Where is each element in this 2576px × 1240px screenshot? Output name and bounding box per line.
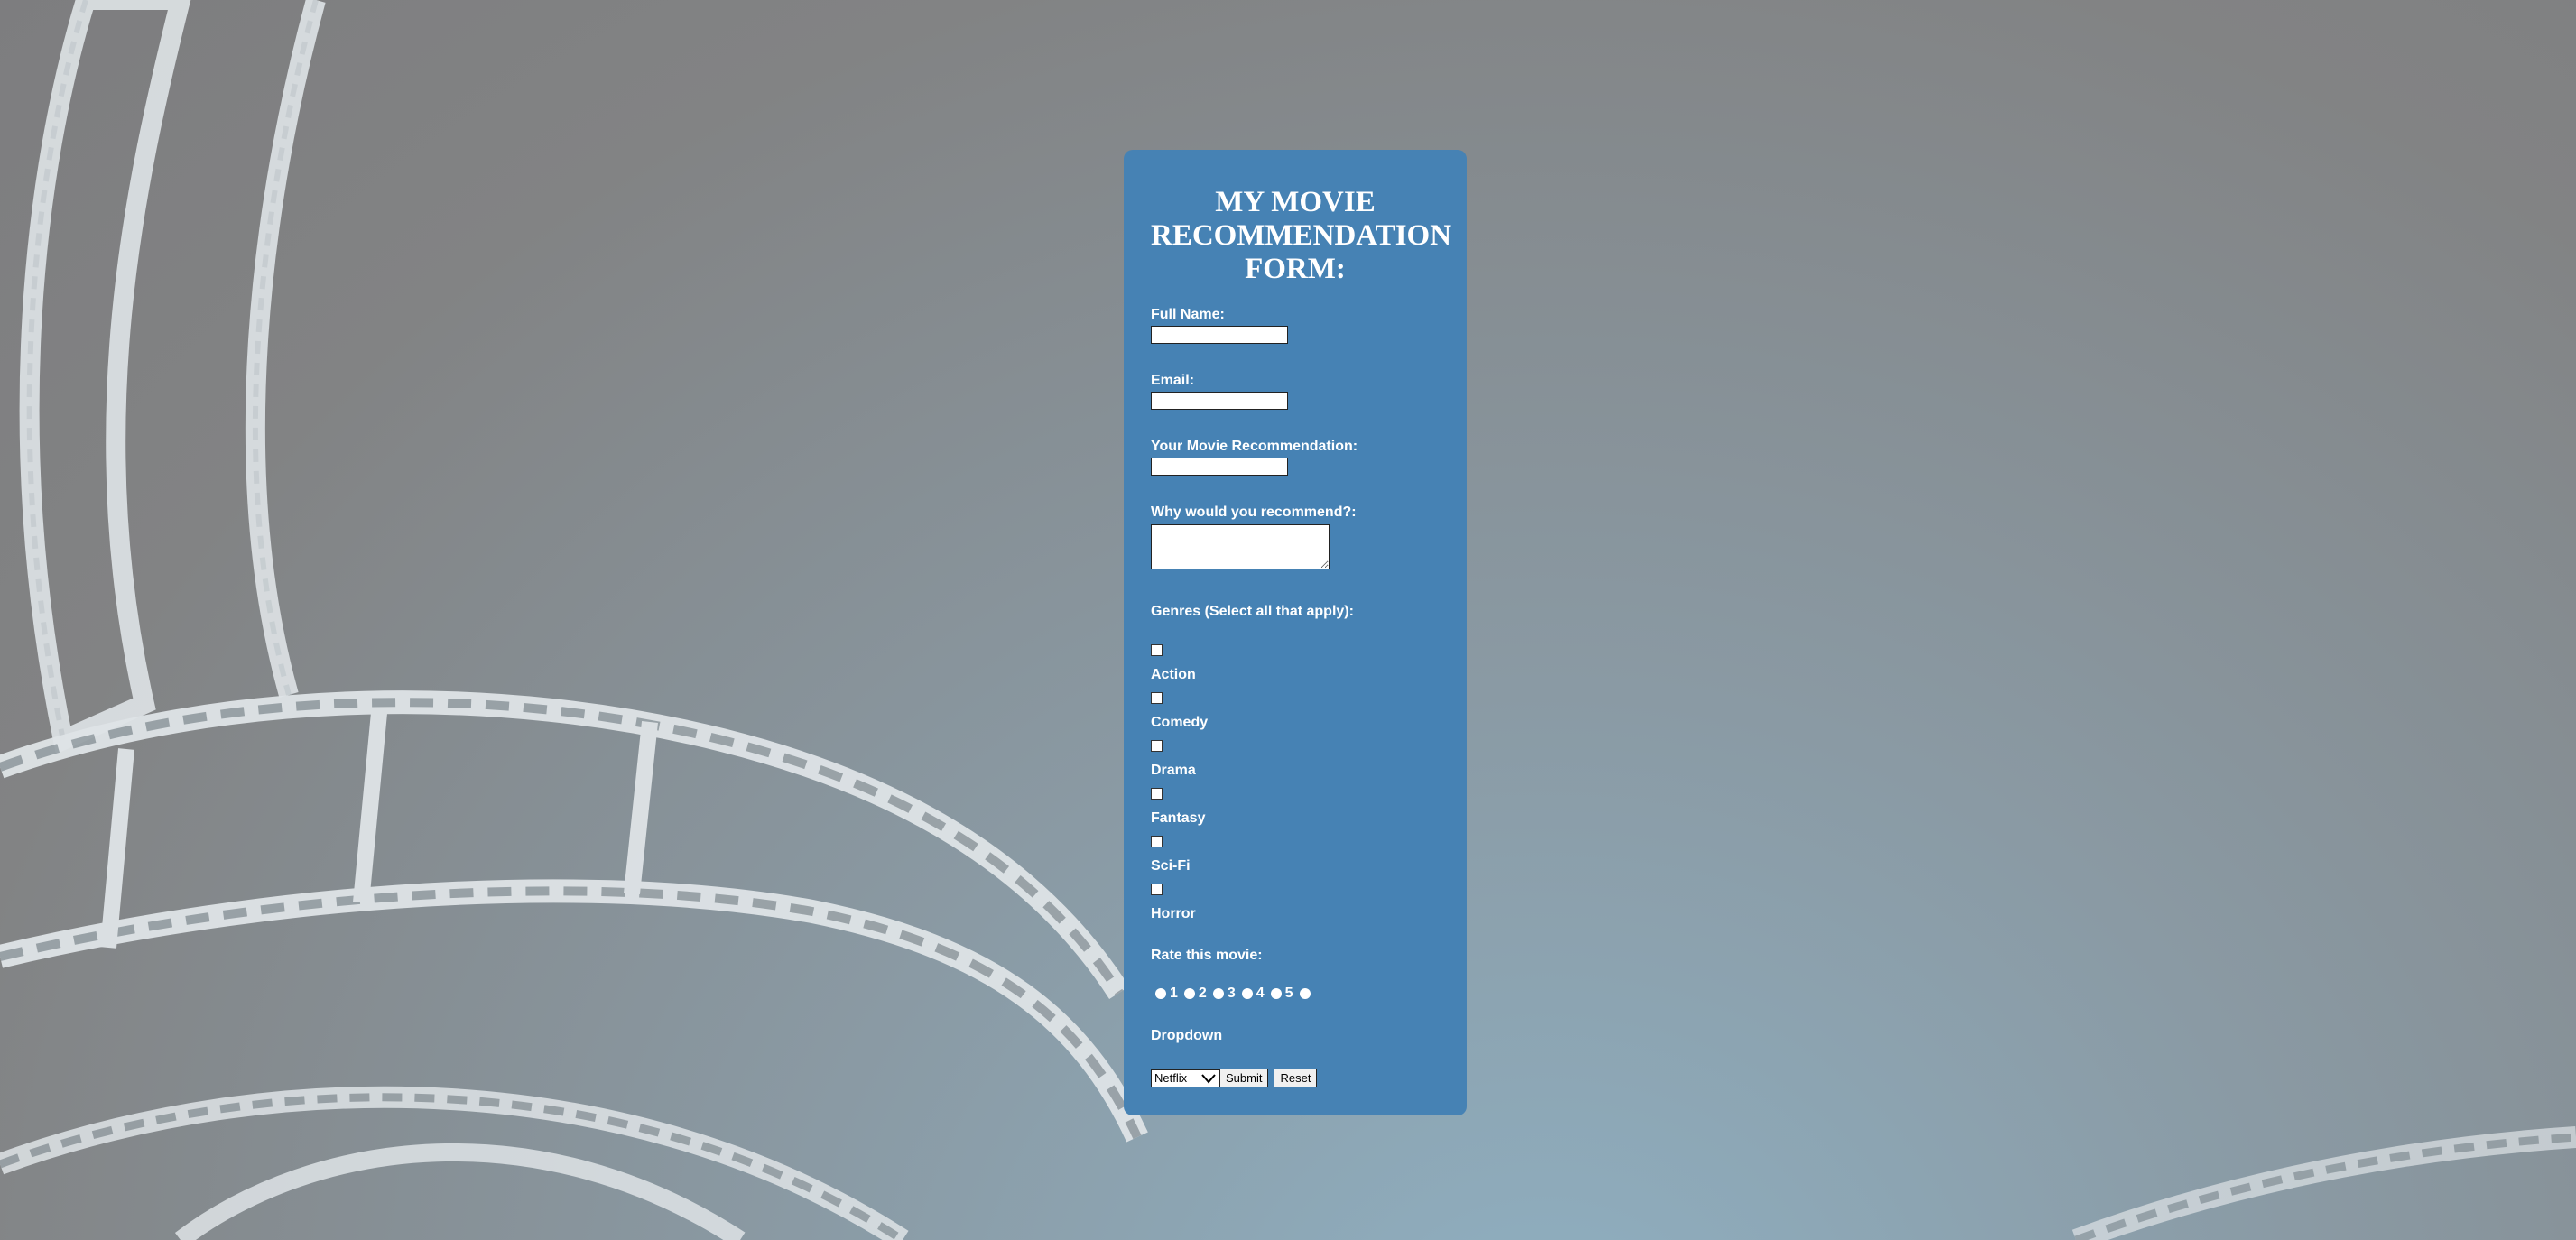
genre-checkbox-horror[interactable] — [1151, 884, 1163, 895]
why-field-group: Why would you recommend?: — [1151, 504, 1440, 569]
rating-radio-5[interactable] — [1270, 988, 1282, 999]
genre-item-fantasy: Fantasy — [1151, 788, 1440, 836]
reset-button[interactable]: Reset — [1274, 1069, 1318, 1087]
rating-radio-group: 1 2 3 4 5 — [1151, 986, 1440, 1002]
genre-checkbox-action[interactable] — [1151, 644, 1163, 656]
rating-label-5: 5 — [1284, 986, 1293, 1001]
genre-label-horror: Horror — [1151, 906, 1196, 921]
genre-label-drama: Drama — [1151, 763, 1196, 778]
genre-item-comedy: Comedy — [1151, 692, 1440, 740]
genres-label: Genres (Select all that apply): — [1151, 604, 1354, 619]
submit-button[interactable]: Submit — [1219, 1069, 1269, 1087]
full-name-input[interactable] — [1151, 326, 1288, 344]
streaming-service-select[interactable]: Netflix — [1151, 1069, 1219, 1087]
rating-label-4: 4 — [1256, 986, 1265, 1001]
why-textarea[interactable] — [1151, 524, 1330, 569]
rating-label-1: 1 — [1170, 986, 1178, 1001]
genre-checkbox-scifi[interactable] — [1151, 836, 1163, 847]
email-label: Email: — [1151, 373, 1195, 388]
movie-recommendation-label: Your Movie Recommendation: — [1151, 439, 1358, 454]
full-name-label: Full Name: — [1151, 307, 1225, 322]
rating-radio-6[interactable] — [1299, 988, 1311, 999]
rating-radio-3[interactable] — [1212, 988, 1224, 999]
rate-label: Rate this movie: — [1151, 948, 1263, 963]
genre-item-drama: Drama — [1151, 740, 1440, 788]
email-input[interactable] — [1151, 392, 1288, 410]
chevron-down-icon — [1201, 1073, 1216, 1084]
rating-radio-1[interactable] — [1155, 988, 1166, 999]
why-label: Why would you recommend?: — [1151, 504, 1357, 520]
form-title: MY MOVIE RECOMMENDATION FORM: — [1151, 186, 1452, 285]
movie-recommendation-input[interactable] — [1151, 458, 1288, 476]
genres-list: Action Comedy Drama Fantasy Sci-Fi Horro… — [1151, 644, 1440, 921]
movie-field-group: Your Movie Recommendation: — [1151, 438, 1440, 476]
genre-item-horror: Horror — [1151, 884, 1440, 921]
genre-checkbox-comedy[interactable] — [1151, 692, 1163, 704]
rating-label-2: 2 — [1198, 986, 1207, 1001]
genre-item-scifi: Sci-Fi — [1151, 836, 1440, 884]
recommendation-form: MY MOVIE RECOMMENDATION FORM: Full Name:… — [1124, 150, 1467, 1115]
dropdown-label: Dropdown — [1151, 1028, 1223, 1043]
rating-radio-4[interactable] — [1241, 988, 1253, 999]
genre-label-action: Action — [1151, 667, 1196, 682]
genre-label-comedy: Comedy — [1151, 715, 1209, 730]
email-field-group: Email: — [1151, 372, 1440, 410]
genre-label-fantasy: Fantasy — [1151, 810, 1206, 826]
rating-radio-2[interactable] — [1183, 988, 1195, 999]
form-controls: Netflix Submit Reset — [1151, 1069, 1440, 1087]
select-value: Netflix — [1154, 1071, 1188, 1085]
full-name-field: Full Name: — [1151, 306, 1440, 344]
genre-label-scifi: Sci-Fi — [1151, 858, 1191, 874]
rating-label-3: 3 — [1227, 986, 1236, 1001]
genre-checkbox-drama[interactable] — [1151, 740, 1163, 752]
genre-item-action: Action — [1151, 644, 1440, 692]
genre-checkbox-fantasy[interactable] — [1151, 788, 1163, 800]
